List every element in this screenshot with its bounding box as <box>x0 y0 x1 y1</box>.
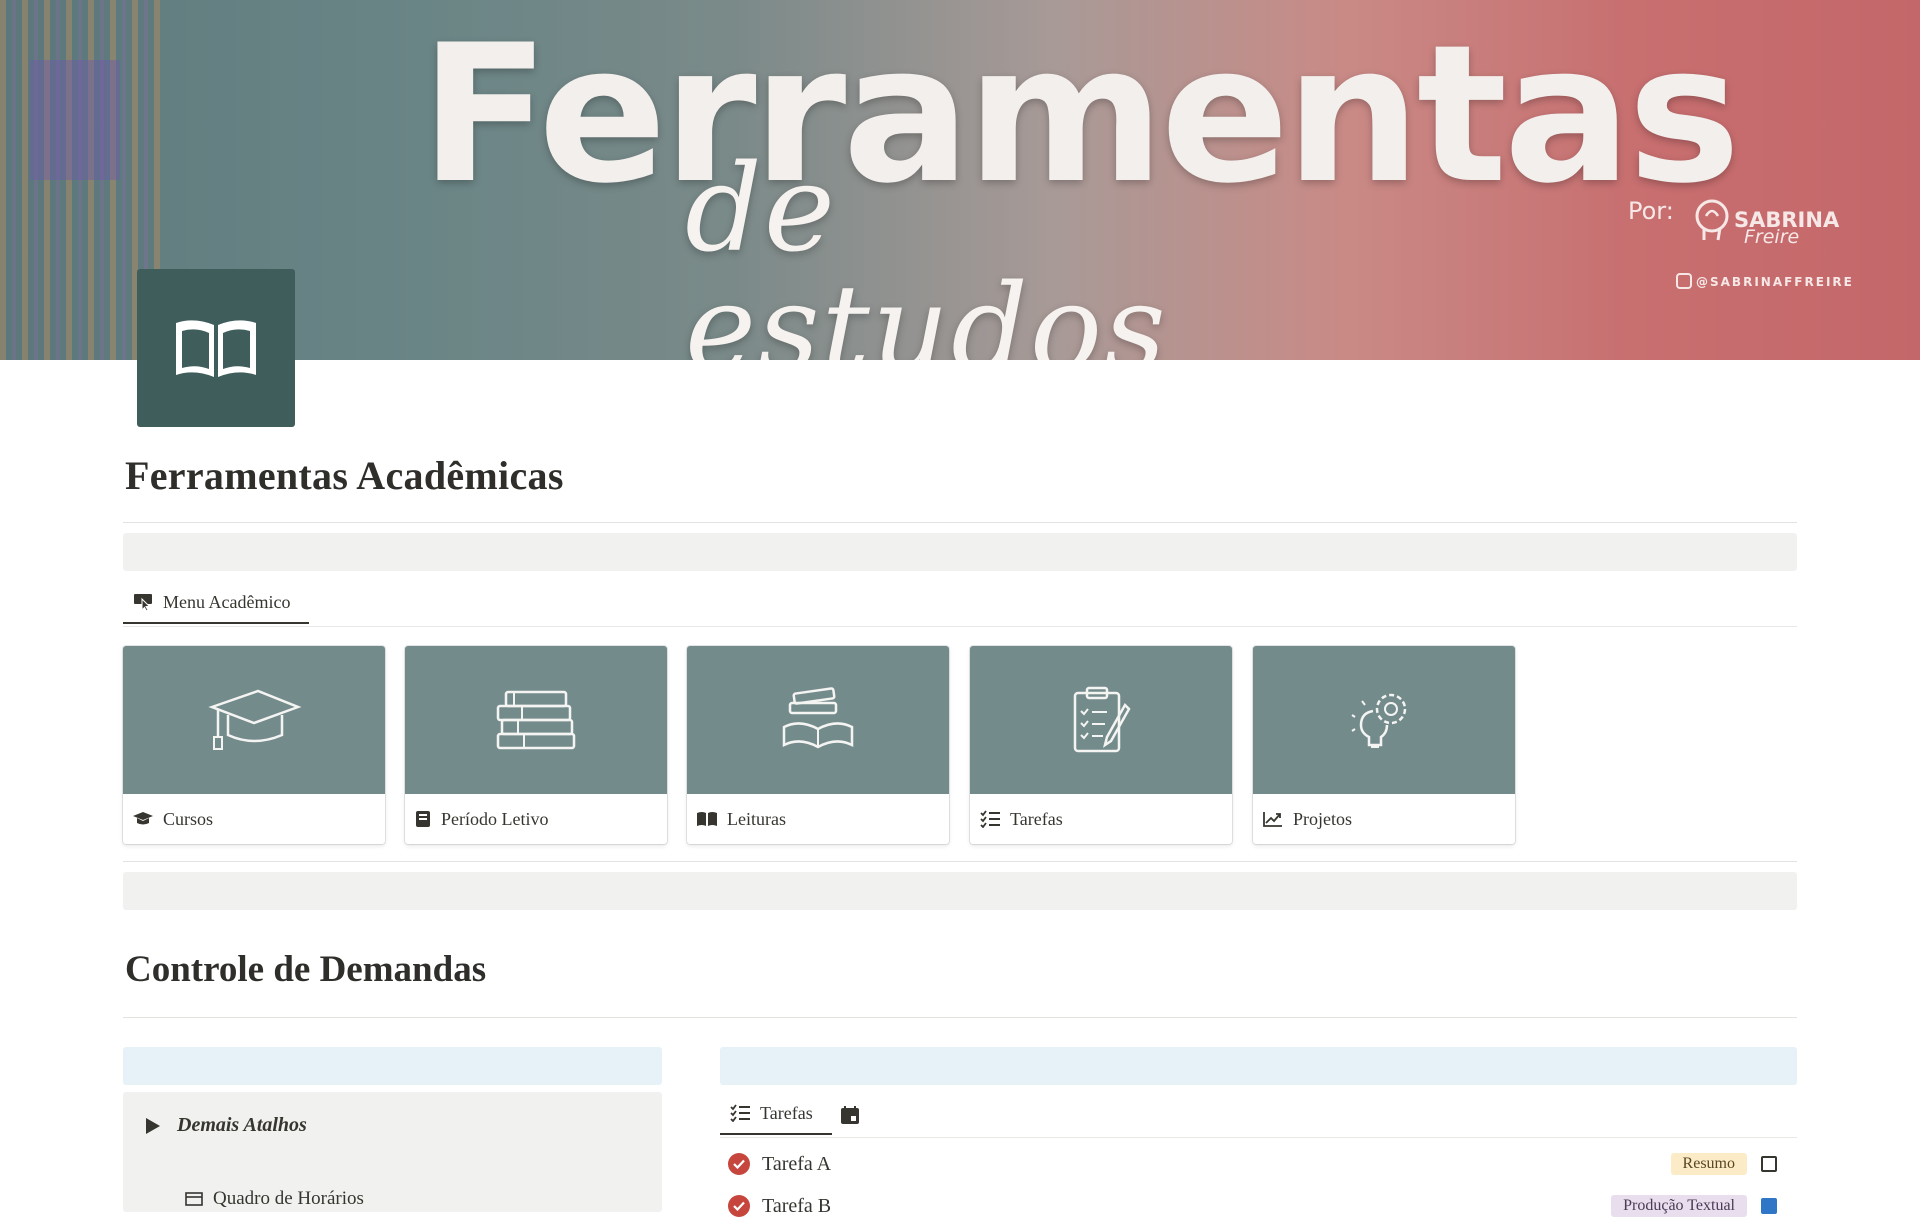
book-open-icon <box>176 320 256 377</box>
task-row[interactable]: Tarefa B Produção Textual <box>720 1185 1797 1227</box>
task-tag: Produção Textual <box>1611 1195 1747 1217</box>
page-title: Ferramentas Acadêmicas <box>125 453 564 498</box>
cover-texture-block <box>30 60 120 180</box>
card-label: Leituras <box>687 794 949 844</box>
tab-calendar[interactable] <box>836 1101 864 1129</box>
callout-block-blue <box>720 1047 1797 1085</box>
head-logo-icon <box>1695 199 1729 241</box>
graduation-cap-icon <box>208 689 302 750</box>
toggle-label: Demais Atalhos <box>177 1114 307 1136</box>
check-circle-icon <box>728 1153 750 1175</box>
card-cover <box>687 646 949 794</box>
toggle-block: Demais Atalhos Quadro de Horários <box>123 1092 662 1212</box>
tab-label: Menu Acadêmico <box>163 591 291 612</box>
instagram-icon <box>1676 273 1692 289</box>
brand-name-line2: Freire <box>1744 226 1800 248</box>
triangle-right-icon[interactable] <box>145 1117 161 1135</box>
gallery-card-projetos[interactable]: Projetos <box>1253 646 1515 844</box>
gallery-card-tarefas[interactable]: Tarefas <box>970 646 1232 844</box>
task-tag: Resumo <box>1670 1153 1747 1175</box>
callout-block <box>123 872 1797 910</box>
cover-by-label: Por: <box>1628 197 1674 225</box>
graduation-cap-icon <box>133 812 153 825</box>
card-title: Projetos <box>1293 808 1353 829</box>
open-book-stack-icon <box>782 687 854 749</box>
task-name[interactable]: Tarefa A <box>762 1153 831 1176</box>
card-title: Leituras <box>727 808 786 829</box>
cover-handle-text: @SABRINAFFREIRE <box>1696 275 1854 289</box>
card-label: Tarefas <box>970 794 1232 844</box>
section-heading: Controle de Demandas <box>125 949 487 990</box>
callout-block-blue <box>123 1047 662 1085</box>
card-label: Cursos <box>123 794 385 844</box>
pointer-board-icon <box>134 594 152 612</box>
stacked-books-icon <box>496 690 576 750</box>
table-icon <box>185 1192 203 1206</box>
page-icon[interactable] <box>137 269 295 427</box>
clipboard-checklist-icon <box>1073 686 1131 753</box>
tab-menu-academico[interactable]: Menu Acadêmico <box>123 582 309 624</box>
task-name[interactable]: Tarefa B <box>762 1195 831 1218</box>
card-label: Período Letivo <box>405 794 667 844</box>
cover-handle: @SABRINAFFREIRE <box>1676 273 1854 289</box>
card-cover <box>970 646 1232 794</box>
tab-label: Tarefas <box>760 1102 813 1123</box>
toggle-child-label: Quadro de Horários <box>213 1188 364 1209</box>
gallery-card-periodo-letivo[interactable]: Período Letivo <box>405 646 667 844</box>
callout-block <box>123 533 1797 571</box>
card-title: Tarefas <box>1010 808 1063 829</box>
divider <box>123 1017 1797 1018</box>
notebook-icon <box>416 811 430 827</box>
card-cover <box>405 646 667 794</box>
tab-tarefas[interactable]: Tarefas <box>720 1093 832 1135</box>
cover-texture <box>0 0 160 360</box>
checklist-icon <box>730 1104 750 1122</box>
card-title: Cursos <box>163 808 214 829</box>
gallery-card-cursos[interactable]: Cursos <box>123 646 385 844</box>
task-checkbox[interactable] <box>1761 1198 1777 1214</box>
cover-subtitle: de estudos <box>685 140 1168 361</box>
menu-view-tabs: Menu Acadêmico <box>123 582 1797 627</box>
toggle-child-item[interactable]: Quadro de Horários <box>185 1188 364 1210</box>
card-cover <box>1253 646 1515 794</box>
card-title: Período Letivo <box>441 808 549 829</box>
check-circle-icon <box>728 1195 750 1217</box>
lightbulb-gear-icon <box>1351 693 1407 748</box>
card-label: Projetos <box>1253 794 1515 844</box>
divider <box>123 522 1797 523</box>
tasks-view-tabs: Tarefas <box>720 1093 1797 1138</box>
task-row[interactable]: Tarefa A Resumo <box>720 1143 1797 1185</box>
gallery-card-leituras[interactable]: Leituras <box>687 646 949 844</box>
calendar-icon <box>841 1106 859 1124</box>
toggle-header[interactable]: Demais Atalhos <box>145 1114 307 1137</box>
open-book-icon <box>697 812 717 826</box>
checklist-icon <box>980 810 1000 828</box>
task-checkbox[interactable] <box>1761 1156 1777 1172</box>
trend-chart-icon <box>1263 812 1282 827</box>
card-cover <box>123 646 385 794</box>
divider <box>123 861 1797 862</box>
